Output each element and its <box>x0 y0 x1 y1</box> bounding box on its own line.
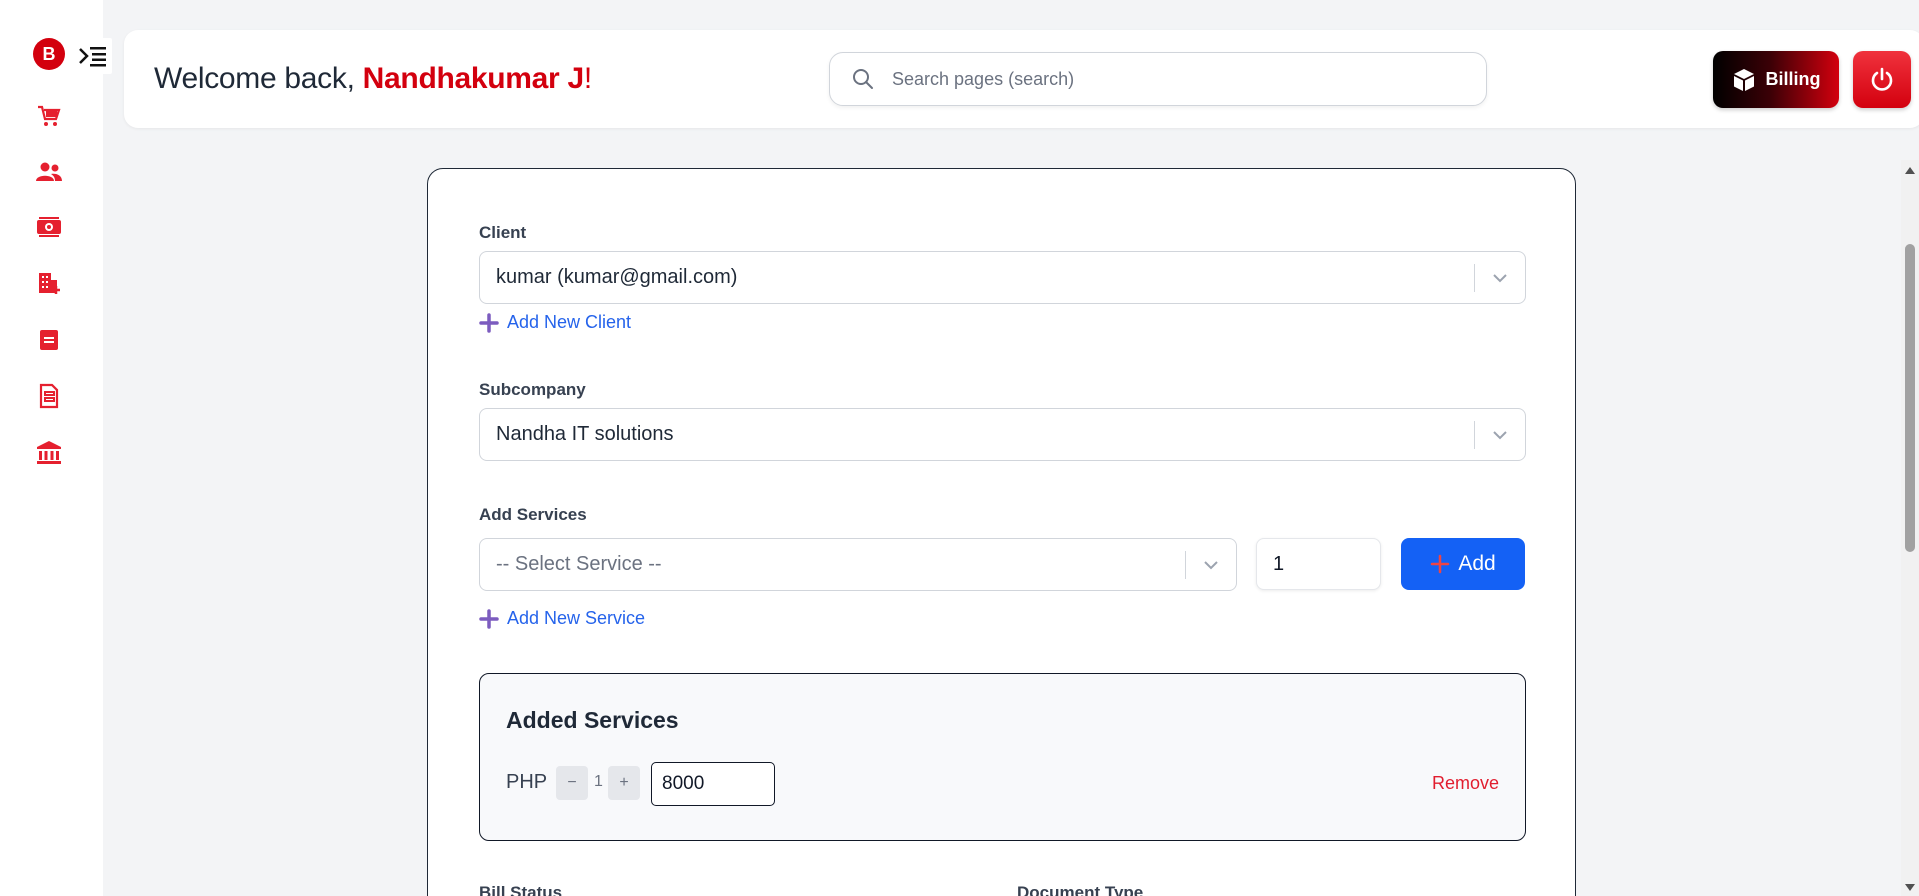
scroll-down-arrow-icon[interactable] <box>1905 884 1915 891</box>
billing-label: Billing <box>1765 69 1821 89</box>
building-icon <box>39 273 60 294</box>
chevron-down-icon[interactable] <box>1186 560 1236 570</box>
plus-icon <box>479 312 499 333</box>
welcome-prefix: Welcome back, <box>154 62 363 95</box>
welcome-suffix: ! <box>583 62 592 95</box>
add-new-client-label: Add New Client <box>507 312 632 332</box>
search-bar[interactable] <box>829 52 1487 106</box>
service-name: PHP <box>506 771 548 793</box>
brand-logo[interactable]: B <box>33 38 65 70</box>
document-icon <box>40 330 58 350</box>
billing-button[interactable]: Billing <box>1713 51 1839 108</box>
invoice-form-card: Client kumar (kumar@gmail.com) Add New C… <box>427 168 1576 896</box>
service-quantity-value: 1 <box>1273 552 1285 575</box>
brand-logo-letter: B <box>42 43 56 64</box>
money-icon <box>37 217 61 237</box>
add-new-client-link[interactable]: Add New Client <box>479 312 631 333</box>
sidebar-item-bank[interactable] <box>34 438 64 468</box>
client-select-value: kumar (kumar@gmail.com) <box>496 266 738 288</box>
add-service-button-label: Add <box>1458 552 1496 575</box>
client-label: Client <box>479 223 527 242</box>
logout-button[interactable] <box>1853 51 1911 108</box>
top-header: Welcome back, Nandhakumar J! Billing <box>124 30 1919 128</box>
add-services-label: Add Services <box>479 505 587 524</box>
bill-status-label: Bill Status <box>479 883 563 896</box>
plus-icon <box>1431 554 1450 574</box>
sidebar-item-clients[interactable] <box>34 157 64 187</box>
plus-icon: + <box>619 774 629 791</box>
add-service-button[interactable]: Add <box>1401 538 1525 590</box>
search-input[interactable] <box>892 68 1452 90</box>
sidebar-item-payments[interactable] <box>34 212 64 242</box>
page-scrollbar[interactable] <box>1901 160 1919 896</box>
box-icon <box>1733 68 1754 91</box>
scroll-up-arrow-icon[interactable] <box>1905 167 1915 174</box>
sidebar-item-invoices[interactable] <box>34 381 64 411</box>
welcome-message: Welcome back, Nandhakumar J! <box>154 62 592 96</box>
remove-service-link[interactable]: Remove <box>1432 773 1499 794</box>
sidebar-item-documents[interactable] <box>34 325 64 355</box>
subcompany-select-value: Nandha IT solutions <box>496 423 674 445</box>
sidebar: B <box>0 0 112 896</box>
users-icon <box>36 162 62 181</box>
service-quantity-input[interactable]: 1 <box>1256 538 1381 590</box>
service-select-placeholder: -- Select Service -- <box>496 553 662 575</box>
invoice-icon <box>39 383 59 409</box>
scrollbar-thumb[interactable] <box>1905 244 1915 552</box>
cart-icon <box>38 105 61 126</box>
menu-collapse-icon <box>79 47 106 67</box>
service-price-input[interactable]: 8000 <box>651 762 775 806</box>
decrement-button[interactable]: − <box>556 766 588 800</box>
power-icon <box>1871 67 1893 91</box>
service-price-value: 8000 <box>662 773 705 794</box>
plus-icon <box>479 608 499 629</box>
user-name: Nandhakumar J <box>362 62 584 95</box>
subcompany-select[interactable]: Nandha IT solutions <box>479 408 1526 461</box>
service-select[interactable]: -- Select Service -- <box>479 538 1237 591</box>
add-new-service-link[interactable]: Add New Service <box>479 608 645 629</box>
increment-button[interactable]: + <box>608 766 640 800</box>
add-new-service-label: Add New Service <box>507 608 646 628</box>
sidebar-toggle-button[interactable] <box>74 38 112 74</box>
sidebar-item-companies[interactable] <box>34 268 64 298</box>
client-select[interactable]: kumar (kumar@gmail.com) <box>479 251 1526 304</box>
added-services-panel: Added Services PHP − 1 + 8000 Remove <box>479 673 1526 841</box>
sidebar-item-cart[interactable] <box>34 101 64 131</box>
subcompany-label: Subcompany <box>479 380 586 399</box>
service-item-quantity: 1 <box>594 773 603 790</box>
search-icon <box>852 67 876 91</box>
bank-icon <box>37 441 61 464</box>
added-services-title: Added Services <box>506 707 679 733</box>
chevron-down-icon[interactable] <box>1475 430 1525 440</box>
chevron-down-icon[interactable] <box>1475 273 1525 283</box>
minus-icon: − <box>567 774 577 791</box>
document-type-label: Document Type <box>1017 883 1144 896</box>
